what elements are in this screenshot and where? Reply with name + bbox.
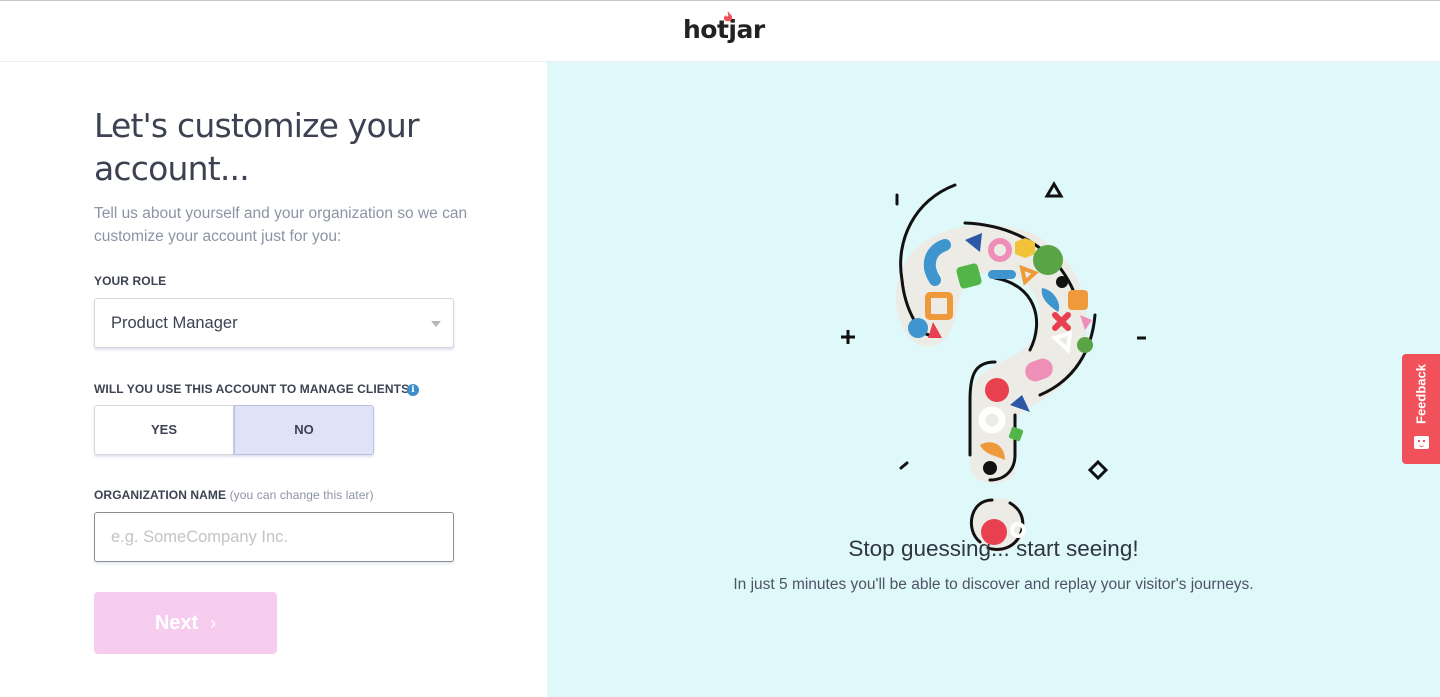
smiley-face-icon <box>1414 436 1429 449</box>
plus-mark <box>841 330 855 344</box>
org-label-text: ORGANIZATION NAME <box>94 488 227 502</box>
feedback-label: Feedback <box>1413 364 1429 424</box>
feedback-tab[interactable]: Feedback <box>1402 354 1440 464</box>
chevron-right-icon: › <box>210 613 217 633</box>
next-button[interactable]: Next › <box>94 592 277 654</box>
slash-mark <box>899 461 909 470</box>
top-bar: hotjar <box>0 0 1440 62</box>
promo-headline: Stop guessing... start seeing! <box>848 536 1139 561</box>
flame-icon <box>723 11 733 22</box>
role-label: YOUR ROLE <box>94 274 167 288</box>
org-label: ORGANIZATION NAME (you can change this l… <box>94 488 374 502</box>
next-label: Next <box>154 612 199 634</box>
diamond-mark <box>1087 459 1109 481</box>
clients-yes-button[interactable]: YES <box>94 405 234 455</box>
info-icon[interactable]: i <box>407 384 419 396</box>
page-subtitle: Tell us about yourself and your organiza… <box>94 205 468 245</box>
caret-down-icon <box>431 321 441 327</box>
triangle-mark <box>1044 181 1064 198</box>
hotjar-logo[interactable]: hotjar <box>683 11 765 44</box>
org-label-hint: (you can change this later) <box>229 488 374 502</box>
page-title: Let's customize your account... <box>94 106 420 188</box>
clients-no-button[interactable]: NO <box>234 405 374 455</box>
clients-label: WILL YOU USE THIS ACCOUNT TO MANAGE CLIE… <box>94 382 417 396</box>
promo-subline: In just 5 minutes you'll be able to disc… <box>733 576 1254 593</box>
form-panel: Let's customize your account... Tell us … <box>0 62 547 697</box>
question-mark-illustration <box>841 181 1146 552</box>
role-select-value: Product Manager <box>111 314 238 332</box>
org-name-input[interactable] <box>94 512 454 562</box>
role-select[interactable]: Product Manager <box>94 298 454 348</box>
